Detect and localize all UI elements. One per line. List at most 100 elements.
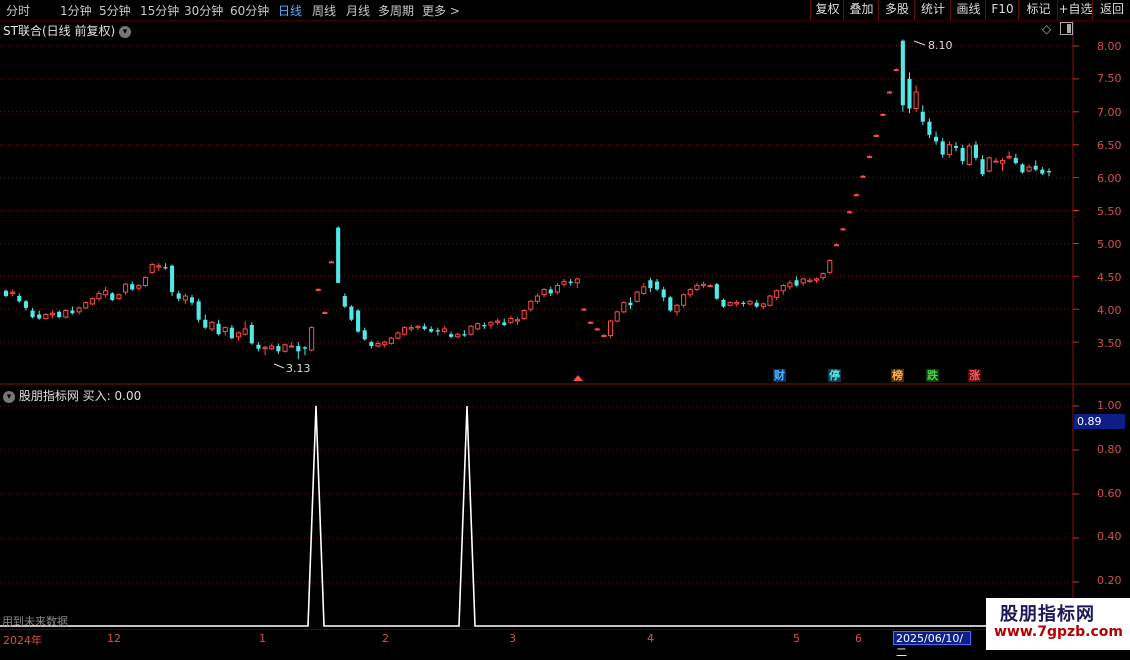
candle-body bbox=[827, 260, 833, 273]
candle-body bbox=[37, 314, 42, 319]
period-tab-0[interactable]: 分时 bbox=[6, 2, 30, 19]
candle-body bbox=[488, 321, 494, 326]
candle-body bbox=[993, 160, 999, 163]
low-price-label: 3.13 bbox=[286, 362, 311, 375]
price-axis-label: 8.00 bbox=[1097, 40, 1122, 53]
candle-body bbox=[940, 141, 945, 155]
period-tab-1[interactable]: 1分钟 bbox=[60, 2, 92, 19]
candle-body bbox=[953, 146, 959, 148]
toolbar-button-2[interactable]: 多股 bbox=[878, 0, 915, 20]
candle-body bbox=[441, 328, 448, 333]
event-marker[interactable]: 停 bbox=[828, 369, 841, 382]
candle-body bbox=[807, 279, 813, 283]
candle-body bbox=[601, 335, 607, 338]
price-axis-label: 7.50 bbox=[1097, 72, 1122, 85]
candle-body bbox=[893, 69, 899, 72]
price-axis-label: 3.50 bbox=[1097, 337, 1122, 350]
candle-body bbox=[614, 311, 620, 322]
candle-body bbox=[289, 345, 295, 348]
candle-body bbox=[136, 285, 142, 289]
candle-body bbox=[934, 136, 939, 142]
candle-body bbox=[754, 302, 759, 307]
toolbar-button-4[interactable]: 画线 bbox=[950, 0, 986, 20]
event-marker[interactable]: 跌 bbox=[926, 369, 939, 382]
future-data-note: 用到未来数据 bbox=[2, 615, 68, 628]
date-axis-label: 6 bbox=[855, 632, 862, 645]
date-axis-label: 1 bbox=[259, 632, 266, 645]
candle-body bbox=[514, 319, 521, 322]
warning-marker-icon bbox=[573, 375, 583, 381]
chevron-down-icon[interactable]: ▾ bbox=[3, 390, 15, 403]
indicator-axis-label: 1.00 bbox=[1097, 399, 1122, 412]
candle-body bbox=[508, 317, 514, 323]
candle-body bbox=[747, 300, 753, 305]
event-marker[interactable]: 财 bbox=[773, 369, 786, 382]
candle-body bbox=[455, 333, 461, 338]
period-tab-9[interactable]: 多周期 bbox=[378, 2, 414, 19]
toolbar-button-6[interactable]: 标记 bbox=[1018, 0, 1058, 20]
buy-signal-line bbox=[0, 405, 1073, 627]
candle-body bbox=[607, 320, 614, 337]
candle-body bbox=[521, 310, 527, 319]
period-tab-3[interactable]: 15分钟 bbox=[140, 2, 179, 19]
candle-body bbox=[475, 323, 481, 330]
candle-body bbox=[402, 327, 408, 335]
period-tab-10[interactable]: 更多 > bbox=[422, 2, 460, 19]
indicator-axis-label: 0.40 bbox=[1097, 530, 1122, 543]
indicator-panel-header: ▾ 股朋指标网 买入: 0.00 bbox=[3, 387, 141, 404]
candle-body bbox=[449, 334, 454, 337]
toolbar-button-5[interactable]: F10 bbox=[985, 0, 1019, 20]
high-pointer bbox=[913, 40, 926, 46]
toolbar-button-7[interactable]: +自选 bbox=[1057, 0, 1093, 20]
price-axis-label: 5.00 bbox=[1097, 238, 1122, 251]
chevron-down-icon[interactable]: ▾ bbox=[118, 25, 131, 38]
toolbar-button-1[interactable]: 叠加 bbox=[843, 0, 879, 20]
candle-body bbox=[760, 303, 766, 308]
candle-body bbox=[415, 325, 421, 329]
candle-body bbox=[110, 293, 115, 300]
candle-body bbox=[495, 320, 501, 323]
candle-body bbox=[960, 147, 965, 162]
candle-body bbox=[203, 319, 208, 328]
candle-body bbox=[813, 278, 820, 281]
event-marker[interactable]: 榜 bbox=[891, 369, 904, 382]
toolbar-button-3[interactable]: 统计 bbox=[914, 0, 951, 20]
candle-body bbox=[900, 40, 905, 106]
candle-body bbox=[63, 310, 69, 318]
period-tab-7[interactable]: 周线 bbox=[312, 2, 336, 19]
period-tab-5[interactable]: 60分钟 bbox=[230, 2, 269, 19]
period-tab-6[interactable]: 日线 bbox=[278, 2, 302, 19]
candle-body bbox=[262, 346, 268, 350]
candle-body bbox=[734, 302, 740, 305]
candle-body bbox=[548, 289, 553, 294]
period-tab-2[interactable]: 5分钟 bbox=[99, 2, 131, 19]
candle-body bbox=[594, 328, 600, 331]
candle-body bbox=[999, 159, 1006, 164]
event-marker[interactable]: 涨 bbox=[968, 369, 981, 382]
candle-body bbox=[235, 332, 242, 338]
period-tab-8[interactable]: 月线 bbox=[346, 2, 370, 19]
diamond-icon[interactable]: ◇ bbox=[1042, 22, 1051, 36]
price-axis-label: 7.00 bbox=[1097, 106, 1122, 119]
candle-body bbox=[256, 344, 261, 349]
candle-body bbox=[741, 302, 746, 304]
candle-body bbox=[242, 328, 248, 335]
stock-chart[interactable]: 8.10 3.13 bbox=[0, 20, 1130, 630]
period-tab-4[interactable]: 30分钟 bbox=[184, 2, 223, 19]
candle-body bbox=[3, 290, 9, 297]
candle-body bbox=[1006, 156, 1012, 159]
candle-body bbox=[980, 159, 985, 175]
toolbar-button-0[interactable]: 复权 bbox=[810, 0, 844, 20]
toolbar-button-8[interactable]: 返回 bbox=[1092, 0, 1130, 20]
candle-body bbox=[196, 301, 201, 320]
candle-body bbox=[362, 330, 367, 340]
candle-body bbox=[375, 342, 381, 347]
candle-body bbox=[123, 283, 129, 293]
candle-body bbox=[800, 278, 806, 284]
candle-body bbox=[269, 345, 275, 350]
candle-body bbox=[847, 211, 853, 214]
panel-toggle-icon[interactable] bbox=[1060, 22, 1073, 35]
candle-body bbox=[176, 293, 181, 299]
candle-body bbox=[913, 91, 919, 110]
watermark-title: 股朋指标网 bbox=[1000, 604, 1095, 625]
